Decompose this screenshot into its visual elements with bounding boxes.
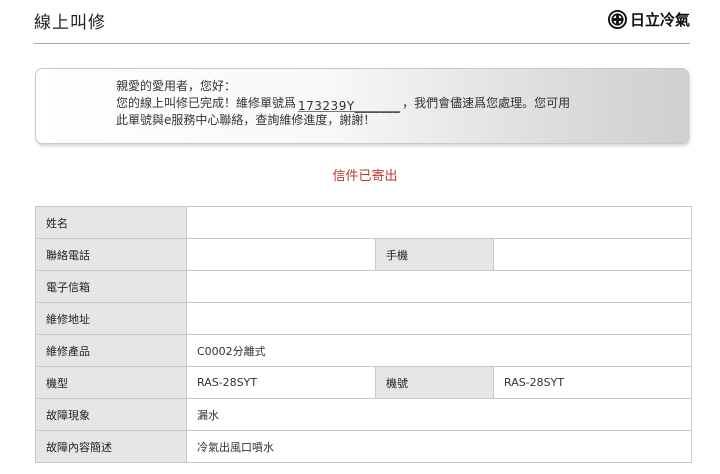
product-label: 維修產品 [35,334,187,367]
repair-details-table: 姓名 聯絡電話 手機 電子信箱 維修地址 維修產品 C0002分離式 機型 RA… [35,206,693,463]
header-divider [34,43,690,44]
notice-text: 親愛的愛用者，您好： 您的線上叫修已完成！維修單號爲 173239Y_______… [116,78,570,129]
notice-line-2-suffix: ，我們會儘速爲您處理。您可用 [402,96,571,110]
table-row: 維修產品 C0002分離式 [35,334,693,367]
mobile-label: 手機 [375,238,494,271]
phone-value [186,238,376,271]
brand-logo-group: 日立冷氣 [607,9,690,30]
address-label: 維修地址 [35,302,187,335]
symptom-value: 漏水 [185,398,693,431]
email-value [185,270,693,303]
hitachi-logo-icon [607,10,627,29]
repair-ticket-number: 173239Y_______ [298,99,401,113]
model-no-label: 機號 [375,366,494,399]
table-row: 電子信箱 [35,270,693,303]
notice-line-2-prefix: 您的線上叫修已完成！維修單號爲 [116,96,297,110]
table-row: 故障現象 漏水 [35,398,693,431]
name-label: 姓名 [35,206,187,239]
email-label: 電子信箱 [35,270,187,303]
table-row: 故障內容簡述 冷氣出風口噴水 [35,430,693,463]
confirmation-notice-box: 親愛的愛用者，您好： 您的線上叫修已完成！維修單號爲 173239Y_______… [35,68,689,144]
model-no-value: RAS-28SYT [492,366,693,399]
table-row: 姓名 [35,206,693,239]
table-row: 維修地址 [35,302,693,335]
description-label: 故障內容簡述 [35,430,187,463]
name-value [185,206,693,239]
notice-line-2: 您的線上叫修已完成！維修單號爲 173239Y_______ ，我們會儘速爲您處理。… [116,95,571,113]
product-value: C0002分離式 [185,334,693,367]
brand-name: 日立冷氣 [629,11,690,29]
mail-sent-status: 信件已寄出 [332,169,398,184]
phone-label: 聯絡電話 [35,238,187,271]
model-value: RAS-28SYT [186,366,376,399]
description-value: 冷氣出風口噴水 [185,430,693,463]
mobile-value [492,238,693,271]
notice-greeting: 親愛的愛用者，您好： [116,79,237,93]
model-label: 機型 [35,366,187,399]
page-header: 線上叫修 日立冷氣 [0,0,720,44]
address-value [185,302,693,335]
table-row: 機型 RAS-28SYT 機號 RAS-28SYT [35,366,693,399]
page-title: 線上叫修 [34,13,106,33]
symptom-label: 故障現象 [35,398,187,431]
table-row: 聯絡電話 手機 [35,238,693,271]
